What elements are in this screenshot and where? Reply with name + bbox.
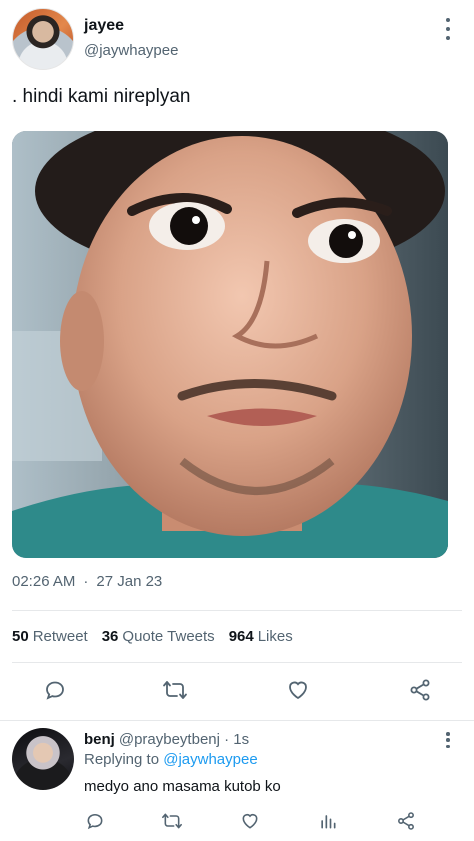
replying-to-link[interactable]: @jaywhaypee: [163, 751, 257, 768]
share-icon[interactable]: [392, 807, 420, 835]
retweet-icon[interactable]: [158, 807, 186, 835]
meta-separator: ·: [83, 573, 89, 590]
reply-author-avatar[interactable]: [12, 728, 74, 790]
reply-icon[interactable]: [81, 807, 109, 835]
tweet-date: 27 Jan 23: [96, 573, 163, 590]
reply-handle-time[interactable]: @praybeytbenj · 1s: [119, 731, 249, 748]
more-options-icon[interactable]: [440, 732, 456, 748]
tweet-action-bar: [0, 676, 474, 708]
share-icon[interactable]: [406, 676, 434, 704]
divider: [12, 662, 462, 663]
tweet-stats: 50 Retweet 36 Quote Tweets 964 Likes: [12, 628, 293, 645]
author-handle[interactable]: @jaywhaypee: [84, 42, 178, 59]
heart-icon[interactable]: [236, 807, 264, 835]
reply-author-name[interactable]: benj: [84, 731, 115, 748]
more-options-icon[interactable]: [440, 18, 456, 40]
reply-text: medyo ano masama kutob ko: [84, 778, 281, 795]
reply-action-bar: [0, 808, 474, 834]
likes-stat[interactable]: 964 Likes: [229, 628, 293, 645]
author-avatar[interactable]: [12, 8, 74, 70]
author-display-name[interactable]: jayee: [84, 17, 124, 35]
tweet-time: 02:26 AM: [12, 573, 76, 590]
analytics-icon[interactable]: [314, 807, 342, 835]
tweet-photo[interactable]: [12, 131, 448, 558]
reply-icon[interactable]: [41, 676, 69, 704]
replying-to: Replying to @jaywhaypee: [84, 751, 258, 768]
retweet-icon[interactable]: [161, 676, 189, 704]
replying-prefix: Replying to: [84, 751, 160, 768]
divider: [12, 610, 462, 611]
tweet-timestamp[interactable]: 02:26 AM · 27 Jan 23: [12, 573, 162, 590]
reply-header: benj @praybeytbenj · 1s: [84, 731, 249, 748]
heart-icon[interactable]: [284, 676, 312, 704]
quote-tweets-stat[interactable]: 36 Quote Tweets: [102, 628, 215, 645]
tweet-text: . hindi kami nireplyan: [12, 86, 191, 107]
retweet-stat[interactable]: 50 Retweet: [12, 628, 88, 645]
divider: [0, 720, 474, 721]
